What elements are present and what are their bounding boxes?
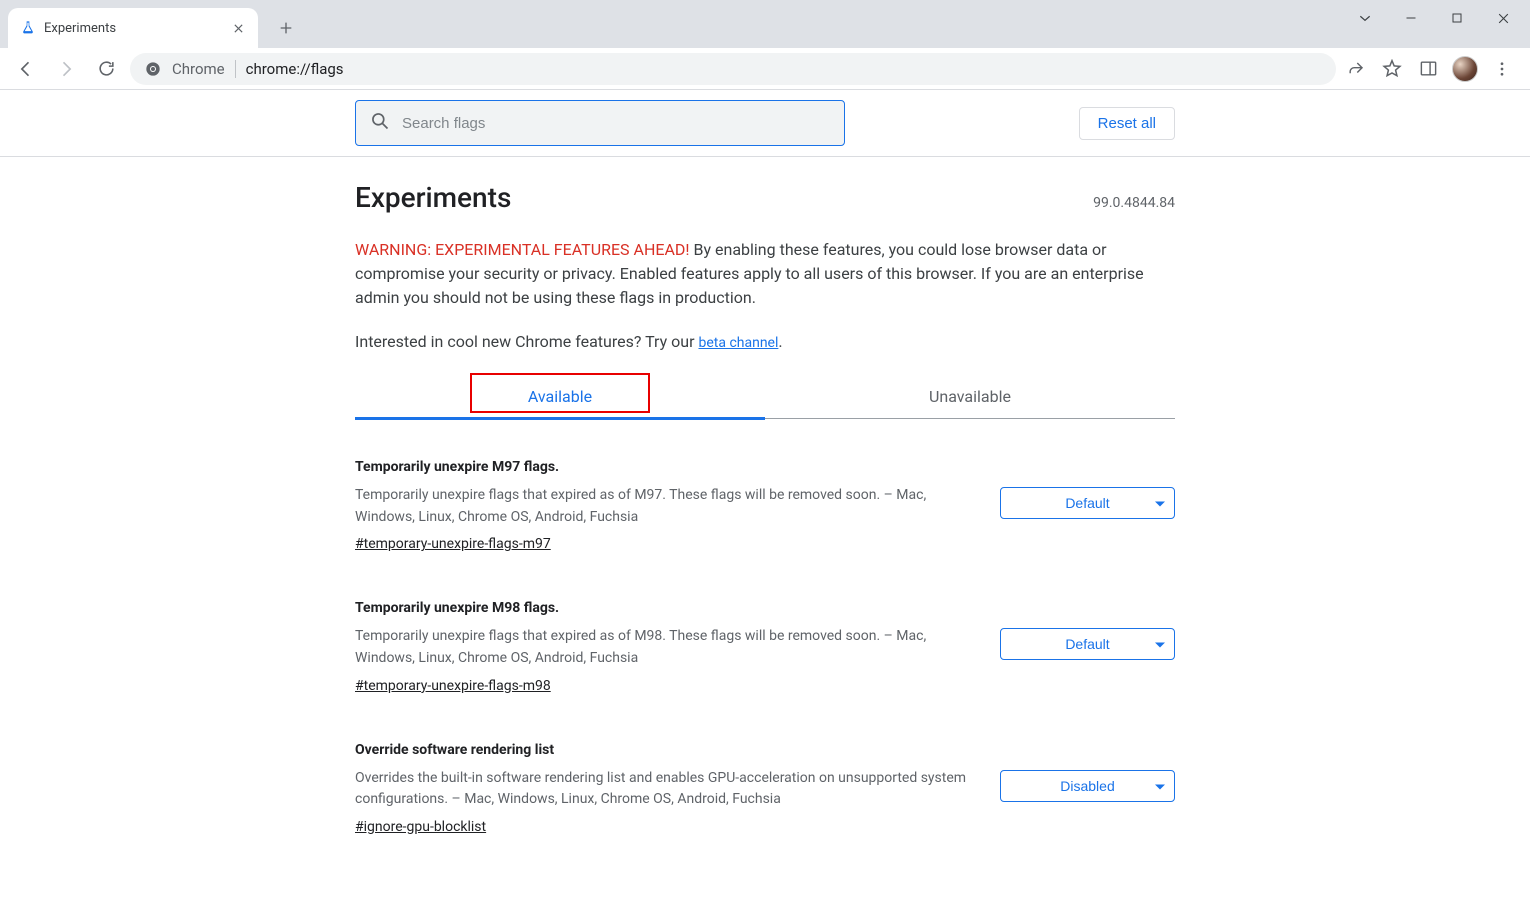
- flags-content: Experiments 99.0.4844.84 WARNING: EXPERI…: [355, 157, 1175, 902]
- side-panel-icon[interactable]: [1416, 57, 1440, 81]
- new-tab-button[interactable]: [272, 14, 300, 42]
- beta-channel-link[interactable]: beta channel: [698, 335, 778, 351]
- flag-anchor-link[interactable]: #ignore-gpu-blocklist: [355, 819, 486, 835]
- flags-tabs: Available Unavailable: [355, 375, 1175, 419]
- window-titlebar: Experiments: [0, 0, 1530, 48]
- search-flags-box[interactable]: [355, 100, 845, 146]
- flag-title: Override software rendering list: [355, 742, 968, 758]
- flag-title: Temporarily unexpire M97 flags.: [355, 459, 968, 475]
- tab-available[interactable]: Available: [355, 375, 765, 418]
- window-controls: [1342, 2, 1526, 34]
- maximize-icon[interactable]: [1434, 2, 1480, 34]
- search-input[interactable]: [402, 115, 830, 132]
- flag-state-select[interactable]: Default Enabled Disabled: [1000, 628, 1175, 660]
- flag-row: Override software rendering list Overrid…: [355, 742, 1175, 835]
- search-icon: [370, 111, 390, 135]
- url-scheme: Chrome: [172, 60, 225, 78]
- chrome-version: 99.0.4844.84: [1093, 195, 1175, 211]
- flag-anchor-link[interactable]: #temporary-unexpire-flags-m98: [355, 678, 551, 694]
- tabs-dropdown-icon[interactable]: [1342, 2, 1388, 34]
- flag-row: Temporarily unexpire M97 flags. Temporar…: [355, 459, 1175, 552]
- flag-description: Temporarily unexpire flags that expired …: [355, 626, 968, 669]
- flag-anchor-link[interactable]: #temporary-unexpire-flags-m97: [355, 536, 551, 552]
- window-close-icon[interactable]: [1480, 2, 1526, 34]
- close-icon[interactable]: [230, 20, 246, 36]
- warning-label: WARNING: EXPERIMENTAL FEATURES AHEAD!: [355, 240, 690, 259]
- beta-suffix: .: [778, 332, 782, 351]
- flag-title: Temporarily unexpire M98 flags.: [355, 600, 968, 616]
- reset-all-button[interactable]: Reset all: [1079, 107, 1175, 140]
- flag-description: Overrides the built-in software renderin…: [355, 768, 968, 811]
- page-viewport[interactable]: Reset all Experiments 99.0.4844.84 WARNI…: [0, 90, 1530, 902]
- warning-paragraph: WARNING: EXPERIMENTAL FEATURES AHEAD! By…: [355, 238, 1175, 310]
- page-title: Experiments: [355, 181, 511, 214]
- back-button[interactable]: [10, 53, 42, 85]
- browser-tab[interactable]: Experiments: [8, 8, 258, 48]
- chrome-icon: [144, 60, 162, 78]
- address-bar[interactable]: Chrome chrome://flags: [130, 53, 1336, 85]
- profile-avatar[interactable]: [1452, 56, 1478, 82]
- beta-prefix: Interested in cool new Chrome features? …: [355, 332, 698, 351]
- reload-button[interactable]: [90, 53, 122, 85]
- flask-icon: [20, 20, 36, 36]
- divider: [235, 60, 236, 78]
- url-path: chrome://flags: [246, 60, 344, 78]
- toolbar-actions: [1344, 56, 1520, 82]
- flags-header: Reset all: [0, 90, 1530, 157]
- flag-state-select[interactable]: Default Enabled Disabled: [1000, 487, 1175, 519]
- forward-button[interactable]: [50, 53, 82, 85]
- flag-state-select[interactable]: Disabled Default Enabled: [1000, 770, 1175, 802]
- scroll-spacer: [355, 883, 1175, 902]
- tab-title: Experiments: [44, 21, 222, 36]
- bookmark-icon[interactable]: [1380, 57, 1404, 81]
- minimize-icon[interactable]: [1388, 2, 1434, 34]
- flag-row: Temporarily unexpire M98 flags. Temporar…: [355, 600, 1175, 693]
- browser-toolbar: Chrome chrome://flags: [0, 48, 1530, 90]
- share-icon[interactable]: [1344, 57, 1368, 81]
- tab-unavailable[interactable]: Unavailable: [765, 375, 1175, 418]
- kebab-menu-icon[interactable]: [1490, 57, 1514, 81]
- beta-paragraph: Interested in cool new Chrome features? …: [355, 332, 1175, 351]
- flag-description: Temporarily unexpire flags that expired …: [355, 485, 968, 528]
